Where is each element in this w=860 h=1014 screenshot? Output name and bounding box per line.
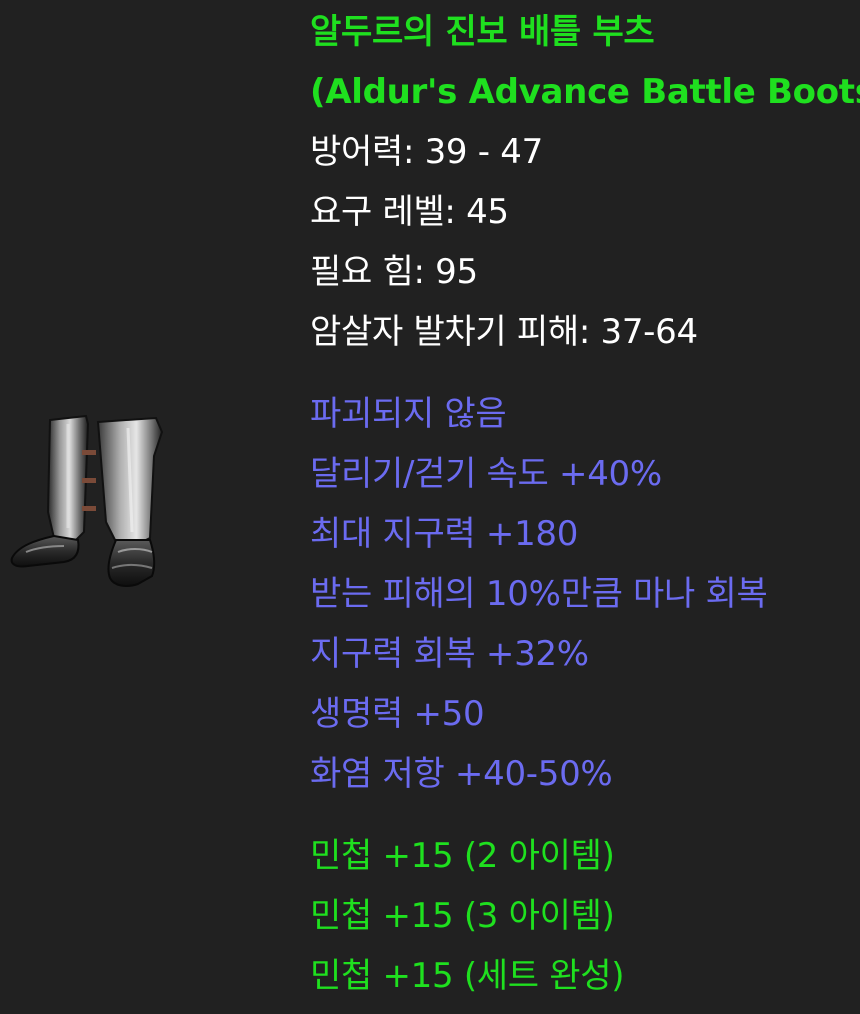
defense-stat: 방어력: 39 - 47: [310, 132, 543, 172]
item-tooltip: 알두르의 진보 배틀 부츠 (Aldur's Advance Battle Bo…: [310, 0, 860, 1006]
item-name-korean: 알두르의 진보 배틀 부츠: [310, 12, 655, 52]
set-bonus: 민첩 +15 (3 아이템): [310, 896, 615, 936]
magic-property: 생명력 +50: [310, 694, 485, 734]
item-name-english: (Aldur's Advance Battle Boots): [310, 72, 860, 112]
set-bonus: 민첩 +15 (2 아이템): [310, 836, 615, 876]
required-level-stat: 요구 레벨: 45: [310, 192, 509, 232]
set-bonus: 민첩 +15 (세트 완성): [310, 956, 625, 996]
magic-property: 최대 지구력 +180: [310, 514, 579, 554]
required-strength-stat: 필요 힘: 95: [310, 252, 478, 292]
battle-boots-icon: [10, 414, 164, 587]
magic-property: 받는 피해의 10%만큼 마나 회복: [310, 574, 768, 614]
magic-property: 화염 저항 +40-50%: [310, 754, 613, 794]
magic-property: 달리기/걷기 속도 +40%: [310, 454, 662, 494]
magic-property: 파괴되지 않음: [310, 394, 507, 434]
kick-damage-stat: 암살자 발차기 피해: 37-64: [310, 312, 698, 352]
magic-property: 지구력 회복 +32%: [310, 634, 589, 674]
